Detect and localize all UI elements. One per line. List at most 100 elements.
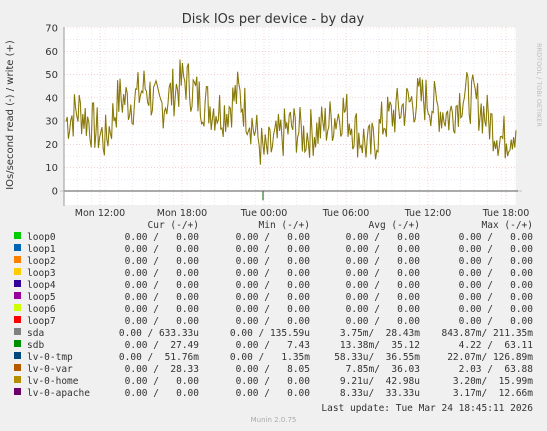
- legend-series-name: loop0: [27, 232, 56, 243]
- chart-title: Disk IOs per device - by day: [182, 12, 365, 27]
- legend-avg: 7.85m/ 36.03: [345, 364, 420, 375]
- y-tick-label: 20: [45, 140, 58, 151]
- legend-series-name: sdb: [27, 340, 45, 351]
- legend-series-name: loop5: [27, 292, 56, 303]
- legend-min: 0.00 / 0.00: [235, 232, 310, 243]
- legend-series-name: lv-0-var: [27, 364, 73, 375]
- legend-max: 3.20m/ 15.99m: [452, 376, 533, 387]
- legend-series-name: loop3: [27, 268, 56, 279]
- legend-header: Cur (-/+) Min (-/+) Avg (-/+) Max (-/+): [0, 220, 547, 232]
- legend-swatch: [14, 316, 21, 323]
- legend-swatch: [14, 256, 21, 263]
- legend: Cur (-/+) Min (-/+) Avg (-/+) Max (-/+) …: [0, 220, 547, 400]
- x-axis-ticks: Mon 12:00 Mon 18:00 Tue 00:00 Tue 06:00 Tue …: [75, 208, 530, 219]
- legend-cur: 0.00 / 0.00: [124, 316, 199, 327]
- x-tick-label: Mon 12:00: [75, 208, 125, 219]
- y-tick-label: 60: [45, 47, 58, 58]
- legend-max: 0.00 / 0.00: [458, 316, 533, 327]
- y-tick-label: 30: [45, 117, 58, 128]
- legend-cur: 0.00 / 0.00: [124, 232, 199, 243]
- legend-max: 0.00 / 0.00: [458, 280, 533, 291]
- legend-cur: 0.00 / 0.00: [124, 292, 199, 303]
- legend-min: 0.00 / 0.00: [235, 388, 310, 399]
- x-tick-label: Tue 00:00: [240, 208, 288, 219]
- legend-avg: 0.00 / 0.00: [345, 256, 420, 267]
- legend-swatch: [14, 388, 21, 395]
- legend-avg: 13.38m/ 35.12: [339, 340, 420, 351]
- legend-swatch: [14, 364, 21, 371]
- legend-min: 0.00 / 0.00: [235, 256, 310, 267]
- legend-avg: 0.00 / 0.00: [345, 244, 420, 255]
- legend-max: 4.22 / 63.11: [458, 340, 533, 351]
- legend-cur: 0.00 / 0.00: [124, 304, 199, 315]
- legend-rows: loop0 0.00 / 0.00 0.00 / 0.00 0.00 / 0.00 0.…: [0, 232, 547, 400]
- legend-header-max: Max (-/+): [481, 220, 533, 231]
- x-tick-label: Tue 12:00: [404, 208, 452, 219]
- legend-row: loop2 0.00 / 0.00 0.00 / 0.00 0.00 / 0.00 0.…: [0, 256, 547, 268]
- legend-swatch: [14, 244, 21, 251]
- y-axis-label: IOs/second read (-) / write (+): [5, 40, 16, 190]
- y-tick-label: 70: [45, 24, 58, 35]
- legend-header-cur: Cur (-/+): [147, 220, 199, 231]
- legend-row: lv-0-tmp 0.00 / 51.76m 0.00 / 1.35m 58.33u/…: [0, 352, 547, 364]
- legend-row: loop4 0.00 / 0.00 0.00 / 0.00 0.00 / 0.00 0.…: [0, 280, 547, 292]
- legend-min: 0.00 / 1.35m: [229, 352, 310, 363]
- legend-header-min: Min (-/+): [258, 220, 310, 231]
- legend-max: 0.00 / 0.00: [458, 232, 533, 243]
- legend-cur: 0.00 / 51.76m: [118, 352, 199, 363]
- legend-cur: 0.00 / 0.00: [124, 280, 199, 291]
- legend-cur: 0.00 / 27.49: [124, 340, 199, 351]
- legend-row: lv-0-var 0.00 / 28.33 0.00 / 8.05 7.85m/ 36…: [0, 364, 547, 376]
- legend-avg: 0.00 / 0.00: [345, 292, 420, 303]
- legend-series-name: loop7: [27, 316, 56, 327]
- last-update: Last update: Tue Mar 24 18:45:11 2026: [321, 403, 533, 414]
- legend-row: sda 0.00 / 633.33u 0.00 / 135.59u 3.75m/ 28…: [0, 328, 547, 340]
- legend-max: 0.00 / 0.00: [458, 304, 533, 315]
- legend-row: loop7 0.00 / 0.00 0.00 / 0.00 0.00 / 0.00 0.…: [0, 316, 547, 328]
- legend-avg: 3.75m/ 28.43m: [339, 328, 420, 339]
- legend-row: sdb 0.00 / 27.49 0.00 / 7.43 13.38m/ 35.12 4…: [0, 340, 547, 352]
- legend-swatch: [14, 340, 21, 347]
- x-tick-label: Tue 06:00: [322, 208, 370, 219]
- legend-max: 22.07m/ 126.89m: [447, 352, 533, 363]
- legend-min: 0.00 / 8.05: [235, 364, 310, 375]
- legend-series-name: sda: [27, 328, 45, 339]
- x-tick-label: Tue 18:00: [482, 208, 530, 219]
- legend-min: 0.00 / 0.00: [235, 376, 310, 387]
- legend-min: 0.00 / 0.00: [235, 304, 310, 315]
- legend-max: 2.03 / 63.88: [458, 364, 533, 375]
- y-tick-label: 50: [45, 70, 58, 81]
- legend-swatch: [14, 304, 21, 311]
- y-tick-label: 10: [45, 163, 58, 174]
- legend-swatch: [14, 328, 21, 335]
- legend-avg: 0.00 / 0.00: [345, 304, 420, 315]
- legend-series-name: loop6: [27, 304, 56, 315]
- legend-avg: 0.00 / 0.00: [345, 268, 420, 279]
- legend-max: 843.87m/ 211.35m: [441, 328, 533, 339]
- legend-cur: 0.00 / 0.00: [124, 388, 199, 399]
- legend-avg: 58.33u/ 36.55m: [334, 352, 420, 363]
- legend-cur: 0.00 / 0.00: [124, 256, 199, 267]
- legend-min: 0.00 / 7.43: [235, 340, 310, 351]
- legend-avg: 0.00 / 0.00: [345, 280, 420, 291]
- legend-max: 0.00 / 0.00: [458, 268, 533, 279]
- legend-row: loop3 0.00 / 0.00 0.00 / 0.00 0.00 / 0.00 0.…: [0, 268, 547, 280]
- x-tick-label: Mon 18:00: [157, 208, 207, 219]
- y-axis-ticks: 0 10 20 30 40 50 60 70: [45, 24, 58, 198]
- legend-min: 0.00 / 0.00: [235, 280, 310, 291]
- legend-avg: 8.33u/ 33.33u: [339, 388, 420, 399]
- legend-avg: 0.00 / 0.00: [345, 232, 420, 243]
- legend-row: loop6 0.00 / 0.00 0.00 / 0.00 0.00 / 0.00 0.…: [0, 304, 547, 316]
- legend-cur: 0.00 / 0.00: [124, 268, 199, 279]
- legend-swatch: [14, 232, 21, 239]
- legend-cur: 0.00 / 633.33u: [118, 328, 199, 339]
- legend-cur: 0.00 / 0.00: [124, 244, 199, 255]
- legend-min: 0.00 / 135.59u: [229, 328, 310, 339]
- legend-series-name: loop1: [27, 244, 56, 255]
- rrdtool-watermark: RRDTOOL / TOBI OETIKER: [535, 43, 543, 127]
- legend-max: 0.00 / 0.00: [458, 256, 533, 267]
- legend-row: lv-0-home 0.00 / 0.00 0.00 / 0.00 9.21u/ 42…: [0, 376, 547, 388]
- legend-max: 0.00 / 0.00: [458, 292, 533, 303]
- legend-header-avg: Avg (-/+): [368, 220, 420, 231]
- legend-series-name: loop2: [27, 256, 56, 267]
